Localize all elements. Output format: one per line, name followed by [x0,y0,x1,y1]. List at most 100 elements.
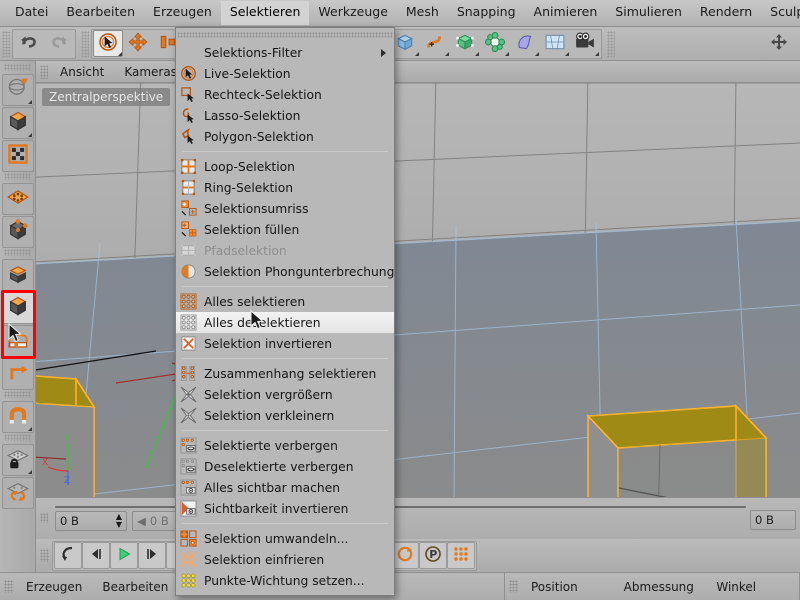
deformer-button[interactable] [480,30,510,57]
left-palette-grip[interactable] [4,64,31,71]
menu-item-mesh[interactable]: Mesh [397,1,448,25]
flyout-corner-icon[interactable] [28,470,32,474]
live-selection-button[interactable] [93,30,123,57]
lock-axis-button[interactable] [2,444,34,476]
axis-rotate-button[interactable] [2,477,34,509]
redo-button[interactable] [44,30,74,57]
menu-item-selektion-umwandeln[interactable]: Selektion umwandeln... [176,528,394,549]
menu-item-selektieren[interactable]: Selektieren [220,1,310,25]
menu-item-rendern[interactable]: Rendern [691,1,761,25]
viewport-scene[interactable] [36,83,800,497]
current-frame-field[interactable]: 0 B ▲ ▼ [55,511,127,531]
viewport-3d-stage[interactable]: Zentralperspektive Y X Z [36,83,800,497]
flyout-corner-icon[interactable] [595,52,599,56]
camera-button[interactable] [570,30,600,57]
texture-mode-button[interactable] [2,140,34,172]
record-rotation-button[interactable] [391,542,419,569]
flyout-corner-icon[interactable] [535,52,539,56]
spline-button[interactable] [420,30,450,57]
menu-item-animieren[interactable]: Animieren [525,1,607,25]
menu-item-punkte-wichtung-setzen[interactable]: Punkte-Wichtung setzen... [176,570,394,591]
menu-item-zusammenhang-selektieren[interactable]: Zusammenhang selektieren [176,363,394,384]
menu-item-selektion-f-llen[interactable]: Selektion füllen [176,219,394,240]
menu-item-polygon-selektion[interactable]: Polygon-Selektion [176,126,394,147]
dropdown-tearoff-grip[interactable] [177,32,393,38]
menu-item-live-selektion[interactable]: Live-Selektion [176,63,394,84]
menu-item-selektion-verkleinern[interactable]: Selektion verkleinern [176,405,394,426]
menu-item-sculpting[interactable]: Sculpting [761,1,800,25]
flyout-corner-icon[interactable] [28,133,32,137]
generator-button[interactable] [450,30,480,57]
workplane-button[interactable] [2,325,34,357]
menu-item-selektions-filter[interactable]: Selektions-Filter [176,42,394,63]
record-param-button[interactable]: P [419,542,447,569]
menu-item-deselektierte-verbergen[interactable]: Deselektierte verbergen [176,456,394,477]
menu-item-bearbeiten[interactable]: Bearbeiten [57,1,144,25]
play-button[interactable] [110,542,138,569]
menu-item-rechteck-selektion[interactable]: Rechteck-Selektion [176,84,394,105]
coordinates-grip[interactable] [509,580,518,593]
menu-item-loop-selektion[interactable]: Loop-Selektion [176,156,394,177]
flyout-corner-icon[interactable] [28,427,32,431]
coordinates-abmessung[interactable]: Abmessung [614,578,707,596]
selektieren-dropdown-menu[interactable]: Selektions-Filter Live-Selektion Rechteck-… [175,27,395,596]
flyout-corner-icon[interactable] [28,100,32,104]
menu-item-alles-sichtbar-machen[interactable]: Alles sichtbar machen [176,477,394,498]
object-mode-button[interactable] [2,107,34,139]
menu-item-selektion-invertieren[interactable]: Selektion invertieren [176,333,394,354]
menu-item-selektion-phongunterbrechung[interactable]: Selektion Phongunterbrechung [176,261,394,282]
transport-grip[interactable] [40,549,49,562]
stepper-icon[interactable]: ▲ ▼ [116,513,122,529]
go-to-start-button[interactable] [54,542,82,569]
viewport-grip[interactable] [40,64,48,79]
menu-item-selektierte-verbergen[interactable]: Selektierte verbergen [176,435,394,456]
timeline-grip[interactable] [40,512,48,523]
flyout-corner-icon[interactable] [118,52,122,56]
step-back-button[interactable] [82,542,110,569]
undo-button[interactable] [14,30,44,57]
menu-item-selektion-vergr-ern[interactable]: Selektion vergrößern [176,384,394,405]
material-menu-erzeugen[interactable]: Erzeugen [16,578,92,596]
end-frame-field[interactable]: 0 B [750,510,796,530]
toolbar-group-grip[interactable] [607,30,615,57]
flyout-corner-icon[interactable] [505,52,509,56]
menu-item-snapping[interactable]: Snapping [448,1,525,25]
points-mode-button[interactable] [2,183,34,215]
menu-item-simulieren[interactable]: Simulieren [606,1,691,25]
menu-item-sichtbarkeit-invertieren[interactable]: Sichtbarkeit invertieren [176,498,394,519]
menu-item-erzeugen[interactable]: Erzeugen [144,1,221,25]
menu-item-alles-deselektieren[interactable]: Alles deselektieren [176,312,394,333]
environment-button[interactable] [540,30,570,57]
move-view-button[interactable] [764,30,794,57]
material-menu-bearbeiten[interactable]: Bearbeiten [92,578,178,596]
step-forward-button[interactable] [138,542,166,569]
menu-item-werkzeuge[interactable]: Werkzeuge [309,1,397,25]
flyout-corner-icon[interactable] [415,52,419,56]
keyframe-grid-button[interactable] [447,542,475,569]
timeline-playhead[interactable] [56,507,72,508]
toolbar-group-grip[interactable] [81,30,89,57]
flyout-corner-icon[interactable] [445,52,449,56]
menu-item-selektionsumriss[interactable]: Selektionsumriss [176,198,394,219]
timeline-ruler[interactable]: 0102030405060708090100 [55,506,746,508]
polygons-mode-button[interactable] [2,259,34,291]
polygon-select-button[interactable] [2,292,34,324]
prev-key-icon[interactable]: ◀ [137,514,146,528]
menu-item-datei[interactable]: Datei [6,1,57,25]
menu-item-ring-selektion[interactable]: Ring-Selektion [176,177,394,198]
menu-item-alles-selektieren[interactable]: Alles selektieren [176,291,394,312]
material-menu-grip[interactable] [4,580,13,593]
flyout-corner-icon[interactable] [475,52,479,56]
submenu-arrow-icon[interactable] [381,48,386,57]
toolbar-grip[interactable] [2,30,10,57]
nurbs-button[interactable] [510,30,540,57]
texture-axis-button[interactable] [2,74,34,106]
menu-item-lasso-selektion[interactable]: Lasso-Selektion [176,105,394,126]
enable-axis-button[interactable] [2,358,34,390]
flyout-corner-icon[interactable] [565,52,569,56]
edges-mode-button[interactable] [2,216,34,248]
viewport-tab-ansicht[interactable]: Ansicht [50,63,114,81]
magnet-button[interactable] [2,401,34,433]
coordinates-winkel[interactable]: Winkel [706,578,799,596]
menu-item-selektion-einfrieren[interactable]: Selektion einfrieren [176,549,394,570]
